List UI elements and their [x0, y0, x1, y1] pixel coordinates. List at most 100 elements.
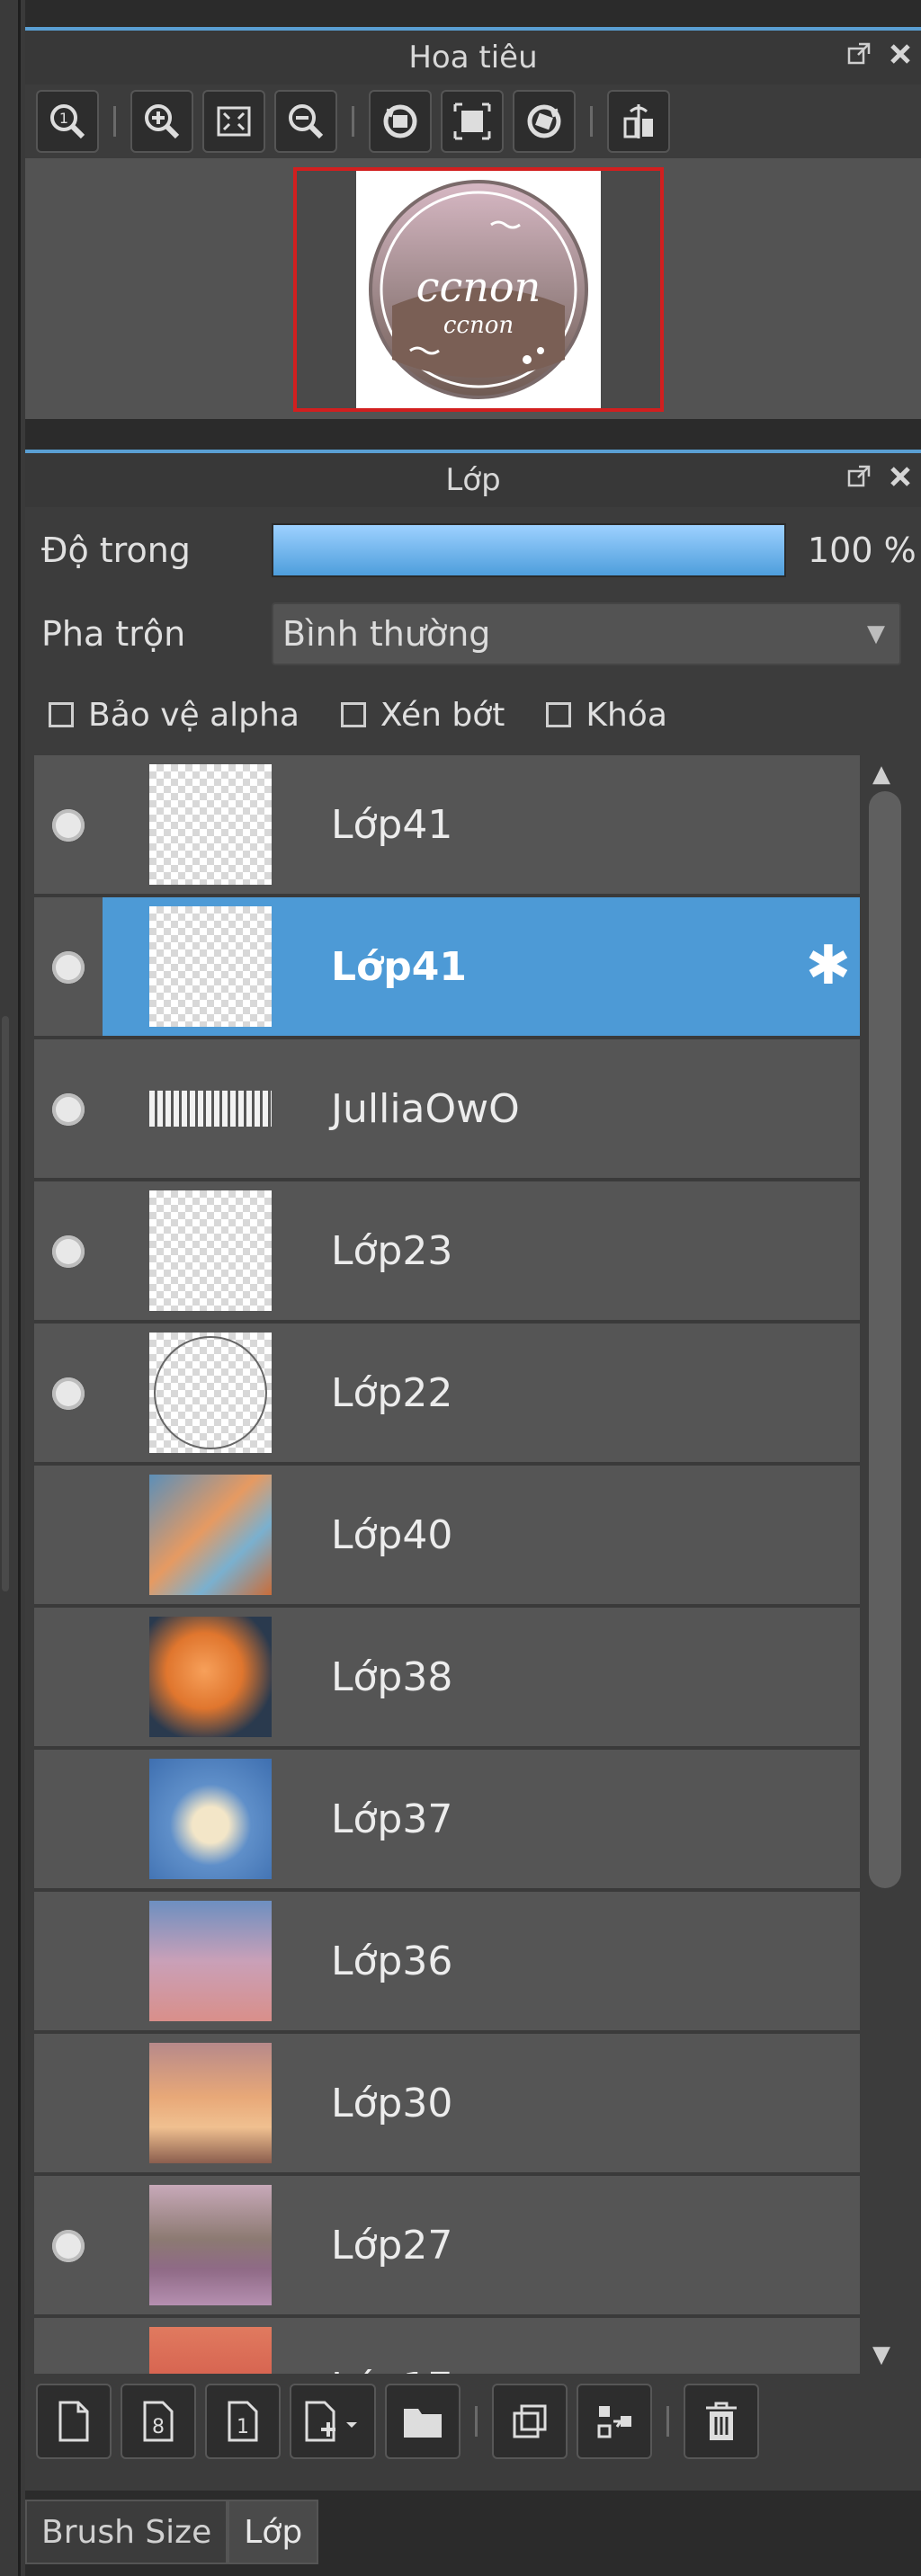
zoom-actual-icon[interactable]: 1 [36, 90, 99, 153]
layer-row[interactable]: Lớp17 [34, 2318, 860, 2374]
layer-row[interactable]: Lớp23 [34, 1181, 860, 1324]
layer-name: Lớp23 [331, 1228, 453, 1274]
merge-down-icon[interactable] [577, 2384, 652, 2459]
visibility-toggle-icon[interactable] [52, 951, 85, 984]
checkbox-box[interactable] [49, 702, 74, 727]
zoom-out-icon[interactable] [274, 90, 337, 153]
layer-thumbnail [149, 1617, 272, 1737]
fit-window-icon[interactable] [441, 90, 504, 153]
layer-thumbnail [149, 1190, 272, 1311]
layer-row[interactable]: Lớp37 [34, 1750, 860, 1892]
layer-name: Lớp17 [331, 2365, 452, 2374]
layer-row[interactable]: Lớp36 [34, 1892, 860, 2034]
new-1bit-layer-icon[interactable]: 1 [205, 2384, 281, 2459]
layer-row[interactable]: Lớp41 [34, 755, 860, 897]
layer-row[interactable]: Lớp41 ✱ [34, 897, 860, 1039]
fit-screen-icon[interactable] [202, 90, 265, 153]
opacity-row: Độ trong 100 % [25, 507, 921, 593]
layers-bottom-toolbar: 8 1 [25, 2374, 921, 2469]
clipping-label: Xén bớt [380, 696, 505, 734]
blend-mode-value: Bình thường [282, 614, 491, 654]
rotate-left-icon[interactable] [369, 90, 432, 153]
blend-mode-select[interactable]: Bình thường ▼ [272, 602, 901, 665]
new-layer-icon[interactable] [36, 2384, 112, 2459]
layers-panel: Lớp Độ trong 100 % Pha trộn Bình thường … [25, 450, 921, 2491]
blend-row: Pha trộn Bình thường ▼ [25, 593, 921, 674]
layer-name: Lớp36 [331, 1939, 453, 1984]
navigator-title: Hoa tiêu [408, 40, 538, 76]
close-icon[interactable] [887, 464, 914, 491]
popout-icon[interactable] [845, 464, 872, 491]
layer-thumbnail [149, 1475, 272, 1595]
visibility-toggle-icon[interactable] [52, 2230, 85, 2262]
layer-settings-gear-icon[interactable]: ✱ [806, 939, 851, 993]
layer-list-container: Lớp41 Lớp41 ✱ JulliaOwO Lớp23 Lớp22 Lớp40 Lớp38… [25, 755, 921, 2374]
protect-alpha-checkbox[interactable]: Bảo vệ alpha [49, 697, 300, 734]
layer-row[interactable]: Lớp27 [34, 2176, 860, 2318]
svg-text:1: 1 [59, 110, 68, 127]
flip-icon[interactable] [607, 90, 670, 153]
blend-label: Pha trộn [41, 614, 186, 654]
layer-name: Lớp27 [331, 2223, 453, 2268]
layer-list[interactable]: Lớp41 Lớp41 ✱ JulliaOwO Lớp23 Lớp22 Lớp40 Lớp38… [34, 755, 860, 2374]
left-scrollbar[interactable] [2, 1016, 9, 1591]
opacity-value: 100 % [808, 530, 917, 570]
opacity-slider[interactable] [272, 523, 786, 577]
layer-row[interactable]: JulliaOwO [34, 1039, 860, 1181]
layer-name: Lớp38 [331, 1654, 453, 1700]
delete-icon[interactable] [684, 2384, 759, 2459]
tab-layers[interactable]: Lớp [228, 2500, 319, 2564]
navigator-preview[interactable]: ccnon ccnon [25, 158, 921, 419]
new-8bit-layer-icon[interactable]: 8 [121, 2384, 196, 2459]
navigator-panel: Hoa tiêu 1 ccnon ccnon [25, 27, 921, 419]
zoom-in-icon[interactable] [130, 90, 193, 153]
layer-name: Lớp41 [331, 802, 453, 848]
checkbox-box[interactable] [546, 702, 572, 727]
svg-text:ccnon: ccnon [443, 312, 514, 339]
left-strip-edge [18, 0, 21, 2576]
checkbox-box[interactable] [340, 702, 366, 727]
navigator-header: Hoa tiêu [25, 27, 921, 85]
visibility-toggle-icon[interactable] [52, 1377, 85, 1410]
add-layer-menu-icon[interactable] [290, 2384, 376, 2459]
layer-row[interactable]: Lớp30 [34, 2034, 860, 2176]
layer-name: Lớp41 [331, 944, 467, 990]
layer-name: JulliaOwO [331, 1086, 520, 1132]
visibility-toggle-icon[interactable] [52, 1235, 85, 1268]
visibility-toggle-icon[interactable] [52, 1093, 85, 1126]
rotate-right-icon[interactable] [513, 90, 576, 153]
layer-name: Lớp22 [331, 1370, 453, 1416]
svg-text:ccnon: ccnon [416, 263, 541, 311]
navigator-toolbar: 1 [25, 85, 921, 158]
layer-row[interactable]: Lớp38 [34, 1608, 860, 1750]
svg-text:8: 8 [152, 2416, 165, 2438]
layer-thumbnail [149, 1091, 272, 1127]
scroll-up-icon[interactable]: ▲ [872, 761, 890, 788]
layer-thumbnail [149, 1759, 272, 1879]
layer-thumbnail [149, 1901, 272, 2021]
layer-thumbnail [149, 1333, 272, 1453]
layer-thumbnail [149, 906, 272, 1027]
opacity-label: Độ trong [41, 530, 191, 570]
popout-icon[interactable] [845, 41, 872, 68]
layer-row[interactable]: Lớp40 [34, 1466, 860, 1608]
layer-options-row: Bảo vệ alpha Xén bớt Khóa [25, 674, 921, 755]
svg-text:1: 1 [237, 2416, 249, 2438]
layer-name: Lớp37 [331, 1796, 453, 1842]
chevron-down-icon: ▼ [867, 620, 885, 647]
visibility-toggle-icon[interactable] [52, 809, 85, 842]
layer-list-scrollbar[interactable]: ▲ ▼ [862, 755, 908, 2374]
folder-icon[interactable] [385, 2384, 460, 2459]
scroll-down-icon[interactable]: ▼ [872, 2341, 890, 2368]
scrollbar-thumb[interactable] [869, 791, 901, 1888]
close-icon[interactable] [887, 41, 914, 68]
layer-row[interactable]: Lớp22 [34, 1324, 860, 1466]
duplicate-icon[interactable] [492, 2384, 568, 2459]
protect-alpha-label: Bảo vệ alpha [88, 696, 300, 734]
clipping-checkbox[interactable]: Xén bớt [340, 696, 505, 734]
lock-checkbox[interactable]: Khóa [546, 697, 667, 734]
layer-thumbnail [149, 2185, 272, 2305]
tab-brush-size[interactable]: Brush Size [25, 2500, 228, 2564]
navigator-viewport-frame[interactable]: ccnon ccnon [293, 167, 664, 412]
layer-thumbnail [149, 764, 272, 885]
